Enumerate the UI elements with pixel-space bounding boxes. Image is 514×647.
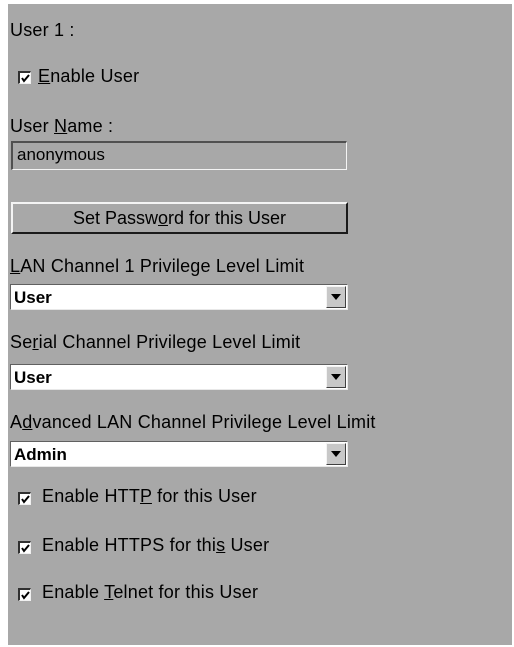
- label-text: User: [10, 116, 55, 136]
- user-name-label: User Name :: [10, 116, 113, 137]
- mnemonic-letter: o: [158, 208, 169, 228]
- enable-https-label: Enable HTTPS for this User: [42, 535, 269, 556]
- label-text: for this User: [151, 486, 257, 506]
- label-text: ame :: [67, 116, 114, 136]
- label-text: User: [225, 535, 270, 555]
- mnemonic-letter: s: [216, 535, 226, 555]
- mnemonic-letter: N: [54, 116, 68, 136]
- serial-privilege-label: Serial Channel Privilege Level Limit: [10, 332, 300, 353]
- mnemonic-letter: T: [104, 582, 114, 602]
- checkmark-icon: [21, 74, 30, 83]
- button-text: rd for this User: [168, 208, 287, 228]
- mnemonic-letter: P: [140, 486, 152, 506]
- enable-user-label: Enable User: [38, 66, 139, 87]
- enable-http-checkbox-row[interactable]: Enable HTTP for this User: [18, 486, 348, 510]
- mnemonic-letter: E: [38, 66, 51, 86]
- label-text: Enable HTTPS for thi: [42, 535, 217, 555]
- serial-privilege-dropdown[interactable]: User: [10, 364, 348, 390]
- checkmark-icon: [21, 544, 30, 553]
- label-text: elnet for this User: [113, 582, 259, 602]
- label-text: Se: [10, 332, 33, 352]
- button-text: Set Passw: [72, 208, 158, 228]
- chevron-down-icon: [331, 451, 341, 457]
- section-title: User 1 :: [10, 20, 75, 40]
- selected-value: User: [14, 288, 52, 307]
- checkmark-icon: [21, 591, 30, 600]
- enable-user-checkbox[interactable]: [18, 71, 31, 84]
- enable-user-checkbox-row[interactable]: Enable User: [18, 66, 218, 90]
- lan-privilege-dropdown[interactable]: User: [10, 284, 348, 310]
- selected-value: User: [14, 368, 52, 387]
- advanced-lan-privilege-dropdown[interactable]: Admin: [10, 441, 348, 467]
- enable-telnet-label: Enable Telnet for this User: [42, 582, 258, 603]
- selected-value: Admin: [14, 445, 67, 464]
- checkmark-icon: [21, 495, 30, 504]
- label-text: A: [10, 412, 23, 432]
- label-text: ial Channel Privilege Level Limit: [38, 332, 301, 352]
- user-name-field[interactable]: anonymous: [11, 141, 347, 170]
- label-text: Enable: [42, 582, 105, 602]
- user-settings-panel: User 1 : Enable User User Name : anonymo…: [8, 4, 512, 645]
- chevron-down-icon: [331, 294, 341, 300]
- label-text: nable User: [50, 66, 140, 86]
- chevron-down-icon: [331, 374, 341, 380]
- dropdown-arrow-button[interactable]: [326, 443, 346, 465]
- set-password-button[interactable]: Set Password for this User: [11, 202, 348, 234]
- mnemonic-letter: d: [22, 412, 33, 432]
- enable-telnet-checkbox-row[interactable]: Enable Telnet for this User: [18, 582, 348, 606]
- label-text: Enable HTT: [42, 486, 141, 506]
- dropdown-arrow-button[interactable]: [326, 366, 346, 388]
- label-text: AN Channel 1 Privilege Level Limit: [20, 256, 305, 276]
- enable-http-label: Enable HTTP for this User: [42, 486, 257, 507]
- dropdown-arrow-button[interactable]: [326, 286, 346, 308]
- enable-http-checkbox[interactable]: [18, 492, 31, 505]
- label-text: vanced LAN Channel Privilege Level Limit: [32, 412, 376, 432]
- enable-https-checkbox[interactable]: [18, 541, 31, 554]
- lan-privilege-label: LAN Channel 1 Privilege Level Limit: [10, 256, 304, 277]
- enable-telnet-checkbox[interactable]: [18, 588, 31, 601]
- enable-https-checkbox-row[interactable]: Enable HTTPS for this User: [18, 535, 348, 559]
- mnemonic-letter: L: [10, 256, 21, 276]
- advanced-lan-privilege-label: Advanced LAN Channel Privilege Level Lim…: [10, 412, 376, 433]
